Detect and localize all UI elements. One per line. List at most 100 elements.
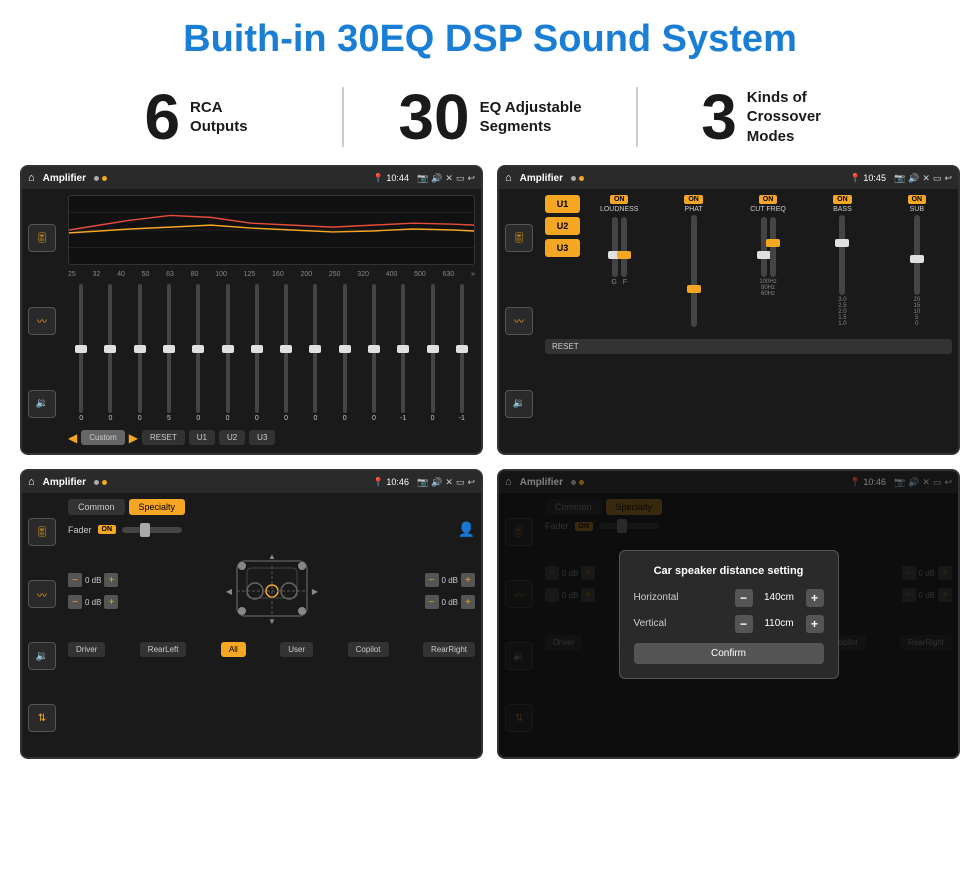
camera-icon[interactable]: 📷 <box>417 173 428 184</box>
eq-track-10[interactable] <box>343 284 347 413</box>
fl-plus[interactable]: + <box>104 573 118 587</box>
window-icon-3[interactable]: ▭ <box>456 477 465 488</box>
copilot-btn[interactable]: Copilot <box>348 642 389 657</box>
cutfreq-slider-f[interactable] <box>761 217 767 277</box>
home-icon[interactable]: ⌂ <box>28 172 35 184</box>
sub-on[interactable]: ON <box>908 195 927 204</box>
rr-plus[interactable]: + <box>461 595 475 609</box>
u1-btn[interactable]: U1 <box>189 430 215 445</box>
eq-thumb-8[interactable] <box>280 345 292 353</box>
bass-slider[interactable] <box>839 215 845 295</box>
cutfreq-slider-g[interactable] <box>770 217 776 277</box>
prev-btn[interactable]: ◀ <box>68 431 77 445</box>
tab-common[interactable]: Common <box>68 499 125 515</box>
eq-track-12[interactable] <box>401 284 405 413</box>
eq-thumb-7[interactable] <box>251 345 263 353</box>
eq-track-8[interactable] <box>284 284 288 413</box>
close-icon[interactable]: ✕ <box>445 173 453 184</box>
eq-track-11[interactable] <box>372 284 376 413</box>
fader-track[interactable] <box>122 527 182 533</box>
sub-slider[interactable] <box>914 215 920 295</box>
eq-thumb-9[interactable] <box>309 345 321 353</box>
rear-left-btn[interactable]: RearLeft <box>140 642 187 657</box>
phat-on[interactable]: ON <box>684 195 703 204</box>
cutfreq-on[interactable]: ON <box>759 195 778 204</box>
bass-on[interactable]: ON <box>833 195 852 204</box>
eq-track-1[interactable] <box>79 284 83 413</box>
u3-btn[interactable]: U3 <box>249 430 275 445</box>
sidebar-vol-btn-3[interactable]: 🔉 <box>28 642 56 670</box>
sub-thumb[interactable] <box>910 255 924 263</box>
tab-specialty[interactable]: Specialty <box>129 499 186 515</box>
back-icon-2[interactable]: ↩ <box>944 173 952 184</box>
eq-track-2[interactable] <box>108 284 112 413</box>
horizontal-plus-btn[interactable]: + <box>806 589 824 607</box>
eq-thumb-5[interactable] <box>192 345 204 353</box>
fr-plus[interactable]: + <box>461 573 475 587</box>
eq-thumb-14[interactable] <box>456 345 468 353</box>
driver-btn[interactable]: Driver <box>68 642 105 657</box>
fader-thumb[interactable] <box>140 523 150 537</box>
sidebar-wave-btn[interactable]: 〰 <box>28 307 56 335</box>
rr-minus[interactable]: − <box>425 595 439 609</box>
eq-thumb-13[interactable] <box>427 345 439 353</box>
rl-plus[interactable]: + <box>104 595 118 609</box>
sidebar-vol-btn-2[interactable]: 🔉 <box>505 390 533 418</box>
eq-track-13[interactable] <box>431 284 435 413</box>
sidebar-eq-btn-2[interactable]: 🎚 <box>505 224 533 252</box>
sidebar-wave-btn-2[interactable]: 〰 <box>505 307 533 335</box>
u2-btn[interactable]: U2 <box>219 430 245 445</box>
rear-right-btn[interactable]: RearRight <box>423 642 475 657</box>
sidebar-eq-btn[interactable]: 🎚 <box>28 224 56 252</box>
eq-thumb-12[interactable] <box>397 345 409 353</box>
home-icon-3[interactable]: ⌂ <box>28 476 35 488</box>
loudness-thumb-f[interactable] <box>617 251 631 259</box>
u1-preset[interactable]: U1 <box>545 195 580 213</box>
eq-thumb-10[interactable] <box>339 345 351 353</box>
user-icon[interactable]: 👤 <box>458 521 475 538</box>
confirm-button[interactable]: Confirm <box>634 643 824 664</box>
vertical-minus-btn[interactable]: − <box>735 615 753 633</box>
cutfreq-thumb-g[interactable] <box>766 239 780 247</box>
loudness-on[interactable]: ON <box>610 195 629 204</box>
bass-thumb[interactable] <box>835 239 849 247</box>
volume-icon-2[interactable]: 🔊 <box>908 173 919 184</box>
sidebar-eq-btn-3[interactable]: 🎚 <box>28 518 56 546</box>
eq-thumb-2[interactable] <box>104 345 116 353</box>
eq-track-14[interactable] <box>460 284 464 413</box>
reset-btn[interactable]: RESET <box>142 430 185 445</box>
fader-on[interactable]: ON <box>98 525 117 534</box>
u2-preset[interactable]: U2 <box>545 217 580 235</box>
eq-track-6[interactable] <box>226 284 230 413</box>
eq-thumb-11[interactable] <box>368 345 380 353</box>
camera-icon-2[interactable]: 📷 <box>894 173 905 184</box>
all-btn[interactable]: All <box>221 642 246 657</box>
loudness-slider-f[interactable] <box>621 217 627 277</box>
eq-thumb-3[interactable] <box>134 345 146 353</box>
volume-icon-3[interactable]: 🔊 <box>431 477 442 488</box>
fl-minus[interactable]: − <box>68 573 82 587</box>
custom-btn[interactable]: Custom <box>81 430 125 445</box>
eq-thumb-1[interactable] <box>75 345 87 353</box>
sidebar-wave-btn-3[interactable]: 〰 <box>28 580 56 608</box>
u3-preset[interactable]: U3 <box>545 239 580 257</box>
sidebar-arrows-btn-3[interactable]: ⇅ <box>28 704 56 732</box>
eq-track-3[interactable] <box>138 284 142 413</box>
horizontal-minus-btn[interactable]: − <box>735 589 753 607</box>
fr-minus[interactable]: − <box>425 573 439 587</box>
eq-thumb-4[interactable] <box>163 345 175 353</box>
phat-thumb[interactable] <box>687 285 701 293</box>
window-icon[interactable]: ▭ <box>456 173 465 184</box>
volume-icon[interactable]: 🔊 <box>431 173 442 184</box>
eq-track-7[interactable] <box>255 284 259 413</box>
close-icon-2[interactable]: ✕ <box>922 173 930 184</box>
close-icon-3[interactable]: ✕ <box>445 477 453 488</box>
eq-track-9[interactable] <box>313 284 317 413</box>
back-icon-3[interactable]: ↩ <box>467 477 475 488</box>
camera-icon-3[interactable]: 📷 <box>417 477 428 488</box>
back-icon[interactable]: ↩ <box>467 173 475 184</box>
user-btn[interactable]: User <box>280 642 313 657</box>
next-btn[interactable]: ▶ <box>129 431 138 445</box>
phat-slider[interactable] <box>691 215 697 327</box>
vertical-plus-btn[interactable]: + <box>806 615 824 633</box>
